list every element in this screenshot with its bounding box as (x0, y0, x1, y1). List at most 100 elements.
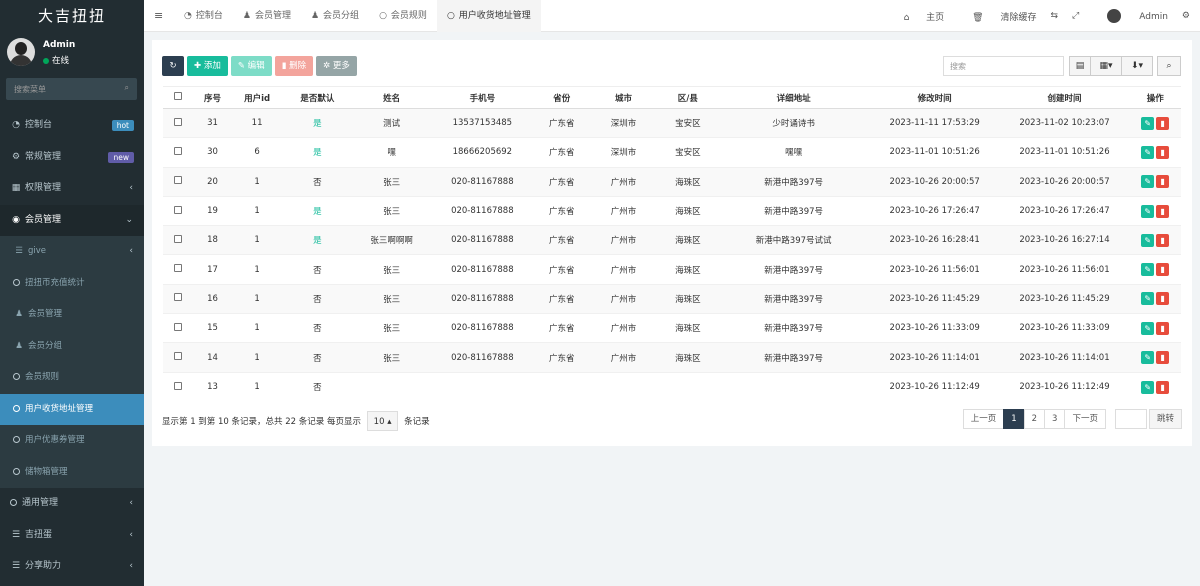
tab-member-group[interactable]: ♟ 会员分组 (301, 0, 369, 32)
edit-row-button[interactable]: ✎ (1141, 145, 1155, 159)
page-button[interactable]: 2 (1023, 409, 1046, 429)
edit-row-button[interactable]: ✎ (1141, 233, 1155, 247)
edit-row-button[interactable]: ✎ (1141, 116, 1155, 130)
sidebar-item-coupon[interactable]: 用户优惠券管理 (0, 425, 144, 457)
edit-row-button[interactable]: ✎ (1141, 204, 1155, 218)
sidebar-item-general[interactable]: ⚙ 常规管理 new (0, 142, 144, 174)
edit-row-button[interactable]: ✎ (1141, 321, 1155, 335)
page-button[interactable]: 3 (1044, 409, 1066, 429)
delete-row-button[interactable]: ▮ (1156, 292, 1170, 306)
fullscreen-icon[interactable]: ⤢ (1072, 11, 1079, 21)
select-all-checkbox[interactable] (163, 86, 193, 109)
columns-button[interactable]: ▦▾ (1090, 56, 1122, 76)
tab-dashboard[interactable]: ◔ 控制台 (174, 0, 233, 32)
table-row[interactable]: 19 1 是张三 020-81167888 广东省 广州市 海珠区 新港中路397号 2023-… (163, 195, 1181, 226)
col-header[interactable]: 修改时间 (869, 86, 1000, 109)
sidebar-item-member[interactable]: ◉ 会员管理 ⌄ (0, 204, 144, 236)
sidebar-item-give[interactable]: ☰ give ‹ (0, 236, 144, 268)
edit-row-button[interactable]: ✎ (1141, 380, 1155, 394)
sidebar-item-dashboard[interactable]: ◔ 控制台 hot (0, 110, 144, 142)
table-row[interactable]: 16 1 否张三 020-81167888 广东省 广州市 海珠区 新港中路397号 2023-… (163, 283, 1181, 314)
export-button[interactable]: ⬇▾ (1121, 56, 1153, 76)
row-checkbox[interactable] (163, 166, 193, 197)
delete-row-button[interactable]: ▮ (1156, 233, 1170, 247)
refresh-button[interactable]: ↻ (162, 56, 184, 76)
edit-row-button[interactable]: ✎ (1141, 175, 1155, 189)
sidebar-item-storage[interactable]: 储物箱管理 (0, 456, 144, 488)
prev-page-button[interactable]: 上一页 (962, 409, 1005, 429)
col-header[interactable]: 城市 (588, 86, 659, 109)
table-row[interactable]: 14 1 否张三 020-81167888 广东省 广州市 海珠区 新港中路397号 2023-… (163, 342, 1181, 373)
jump-page-input[interactable] (1114, 409, 1147, 429)
delete-row-button[interactable]: ▮ (1156, 380, 1170, 394)
sidebar-item-member-rule[interactable]: 会员规则 (0, 362, 144, 394)
col-header[interactable]: 手机号 (430, 86, 535, 109)
table-row[interactable]: 30 6 是嘿 18666205692 广东省 深圳市 宝安区 嘿嘿 2023-11-01 10… (163, 137, 1181, 168)
sidebar-item-member-manage[interactable]: ♟ 会员管理 (0, 299, 144, 331)
row-checkbox[interactable] (163, 283, 193, 314)
row-checkbox[interactable] (163, 342, 193, 373)
col-header[interactable]: 省份 (534, 86, 589, 109)
sidebar-item-address[interactable]: 用户收货地址管理 (0, 393, 144, 425)
sidebar-item-member-group[interactable]: ♟ 会员分组 (0, 330, 144, 362)
row-checkbox[interactable] (163, 195, 193, 226)
col-header[interactable]: 姓名 (353, 86, 431, 109)
col-header[interactable]: 用户id (232, 86, 282, 109)
col-header[interactable]: 区/县 (658, 86, 718, 109)
row-checkbox[interactable] (163, 371, 193, 402)
table-row[interactable]: 18 1 是张三啊啊啊 020-81167888 广东省 广州市 海珠区 新港中路397号试试… (163, 225, 1181, 255)
tab-address[interactable]: ○ 用户收货地址管理 (436, 0, 541, 32)
table-row[interactable]: 17 1 否张三 020-81167888 广东省 广州市 海珠区 新港中路397号 2023-… (163, 254, 1181, 285)
table-row[interactable]: 31 11 是测试 13537153485 广东省 深圳市 宝安区 少时诵诗书 2023-11-… (163, 107, 1181, 138)
delete-row-button[interactable]: ▮ (1156, 145, 1170, 159)
delete-row-button[interactable]: ▮ (1156, 116, 1170, 130)
jump-button[interactable]: 跳转 (1148, 409, 1182, 429)
menu-toggle-icon[interactable]: ≡ (154, 9, 163, 22)
row-checkbox[interactable] (163, 107, 193, 138)
clear-cache-button[interactable]: 🗑 清除缓存 (958, 10, 1036, 23)
per-page-select[interactable]: 10 ▴ (366, 411, 399, 431)
col-header[interactable]: 序号 (192, 86, 233, 109)
row-checkbox[interactable] (163, 254, 193, 285)
delete-row-button[interactable]: ▮ (1156, 351, 1170, 365)
sidebar-item-coin-stats[interactable]: 扭扭币充值统计 (0, 267, 144, 299)
delete-row-button[interactable]: ▮ (1156, 321, 1170, 335)
home-link[interactable]: ⌂ 主页 (890, 10, 945, 23)
row-checkbox[interactable] (163, 313, 193, 343)
page-button[interactable]: 1 (1003, 409, 1025, 429)
search-icon[interactable]: ⌕ (125, 83, 129, 93)
next-page-button[interactable]: 下一页 (1064, 409, 1106, 429)
col-header[interactable]: 详细地址 (717, 86, 870, 109)
settings-gear-icon[interactable]: ⚙ (1182, 11, 1190, 21)
advanced-search-button[interactable]: ⌕ (1157, 56, 1181, 76)
sidebar-item-common[interactable]: 通用管理 ‹ (0, 488, 144, 520)
row-checkbox[interactable] (163, 225, 193, 255)
table-row[interactable]: 15 1 否张三 020-81167888 广东省 广州市 海珠区 新港中路397号 2023-… (163, 313, 1181, 343)
brand-logo[interactable]: 大吉扭扭 (0, 0, 144, 32)
table-search-input[interactable]: 搜索 (943, 56, 1064, 76)
sidebar-item-share[interactable]: ☰ 分享助力 ‹ (0, 551, 144, 583)
delete-row-button[interactable]: ▮ (1156, 263, 1170, 277)
admin-menu[interactable]: Admin (1093, 9, 1168, 23)
tab-member-rule[interactable]: ○ 会员规则 (369, 0, 437, 32)
tab-member-manage[interactable]: ♟ 会员管理 (233, 0, 301, 32)
col-header[interactable]: 是否默认 (281, 86, 354, 109)
sidebar-item-gacha[interactable]: ☰ 吉扭蛋 ‹ (0, 520, 144, 552)
table-row[interactable]: 13 1 否 2023-10-26 11:12:49 2023-10-26 11:12:… (163, 371, 1181, 402)
translate-icon[interactable]: ⇆ (1050, 11, 1058, 21)
delete-row-button[interactable]: ▮ (1156, 204, 1170, 218)
sidebar-search-input[interactable]: 搜索菜单 ⌕ (6, 78, 137, 100)
toggle-view-button[interactable]: ▤ (1069, 56, 1091, 76)
sidebar-item-auth[interactable]: ▦ 权限管理 ‹ (0, 173, 144, 205)
add-button[interactable]: ✚ 添加 (187, 56, 228, 76)
more-button[interactable]: ✲ 更多 (316, 56, 357, 76)
edit-button[interactable]: ✎ 编辑 (230, 56, 272, 76)
delete-button[interactable]: ▮ 删除 (274, 56, 314, 76)
edit-row-button[interactable]: ✎ (1141, 351, 1155, 365)
row-checkbox[interactable] (163, 137, 193, 168)
table-row[interactable]: 20 1 否张三 020-81167888 广东省 广州市 海珠区 新港中路397号 2023-… (163, 166, 1181, 197)
edit-row-button[interactable]: ✎ (1141, 292, 1155, 306)
edit-row-button[interactable]: ✎ (1141, 263, 1155, 277)
delete-row-button[interactable]: ▮ (1156, 175, 1170, 189)
col-header[interactable]: 创建时间 (999, 86, 1130, 109)
